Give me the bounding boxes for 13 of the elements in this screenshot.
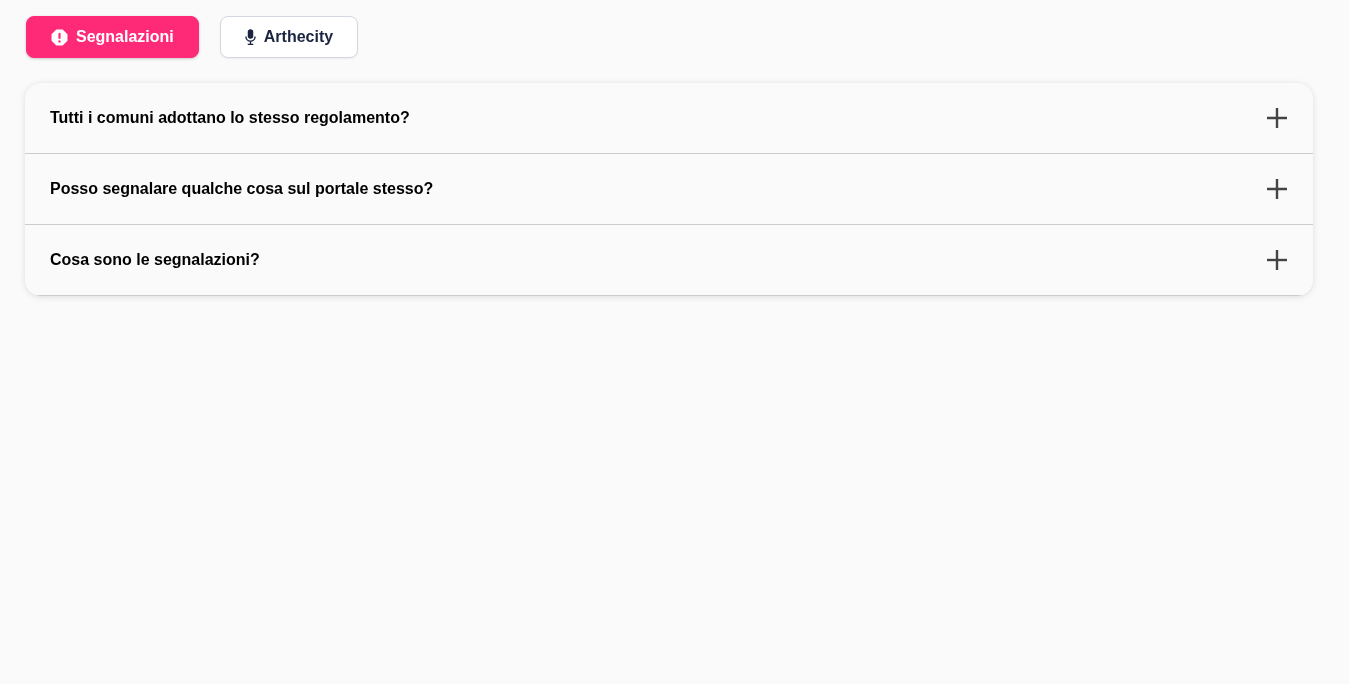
tab[interactable]: Segnalazioni bbox=[26, 16, 199, 58]
question-text: Cosa sono le segnalazioni? bbox=[50, 250, 260, 270]
accordion-header[interactable]: Tutti i comuni adottano lo stesso regolamento? bbox=[25, 83, 1313, 154]
plus-icon bbox=[1267, 179, 1287, 199]
accordion-header[interactable]: Cosa sono le segnalazioni? bbox=[25, 225, 1313, 296]
plus-icon bbox=[1267, 250, 1287, 270]
plus-icon bbox=[1267, 108, 1287, 128]
microphone-icon bbox=[244, 28, 256, 46]
question-text: Posso segnalare qualche cosa sul portale stesso? bbox=[50, 179, 434, 199]
accordion-header[interactable]: Posso segnalare qualche cosa sul portale stesso? bbox=[25, 154, 1313, 225]
question-text: Tutti i comuni adottano lo stesso regolamento? bbox=[50, 108, 410, 128]
tab[interactable]: Arthecity bbox=[219, 16, 359, 58]
alert-icon bbox=[51, 28, 68, 46]
